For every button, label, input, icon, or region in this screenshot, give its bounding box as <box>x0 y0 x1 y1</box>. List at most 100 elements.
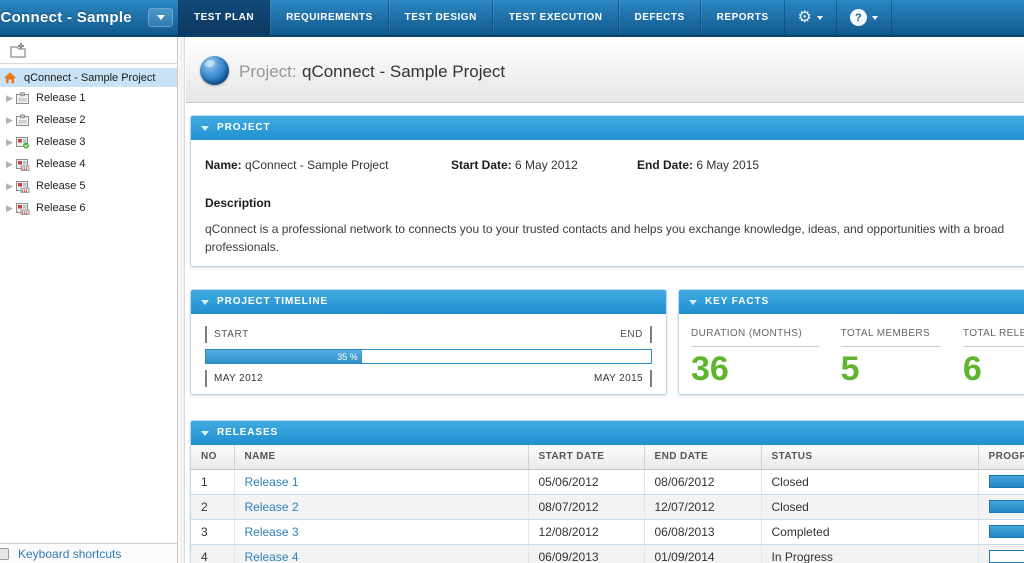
timeline-start-label: START <box>214 329 249 340</box>
tree-item-label: Release 2 <box>36 114 86 126</box>
collapse-icon <box>201 431 209 440</box>
end-date-value: 6 May 2015 <box>696 158 760 172</box>
tree-root-label: qConnect - Sample Project <box>24 71 156 84</box>
help-menu-button[interactable]: ? <box>837 0 892 35</box>
timeline-progress-fill: 35 % <box>206 350 362 363</box>
release-icon-green <box>16 136 29 148</box>
col-status: STATUS <box>761 445 979 470</box>
chevron-down-icon <box>816 15 823 23</box>
description-heading: Description <box>205 196 272 210</box>
cell-no: 1 <box>191 469 235 495</box>
page-title: qConnect - Sample Project <box>302 62 506 81</box>
chevron-down-icon <box>871 15 878 23</box>
cell-start-date: 06/09/2013 <box>528 544 645 563</box>
timeline-start-date: MAY 2012 <box>214 373 263 384</box>
keyboard-icon <box>0 548 9 560</box>
release-icon-gray <box>16 113 29 126</box>
project-timeline-panel: PROJECT TIMELINE START END 35 % MAY 2012… <box>190 289 667 395</box>
tab-reports[interactable]: REPORTS <box>700 0 785 35</box>
tree-item-release-3[interactable]: ▶ Release 3 <box>0 131 177 153</box>
expander-icon[interactable]: ▶ <box>4 181 15 192</box>
release-icon-red <box>16 180 30 193</box>
release-link[interactable]: Release 4 <box>245 550 299 563</box>
name-label: Name: <box>205 158 242 172</box>
key-facts-panel-header[interactable]: KEY FACTS <box>679 290 1024 314</box>
project-panel-title: PROJECT <box>217 122 271 133</box>
sidebar-footer: Keyboard shortcuts <box>0 543 177 563</box>
tree-toolbar <box>0 37 177 64</box>
tree-item-label: Release 5 <box>36 180 86 192</box>
tab-test-plan[interactable]: TEST PLAN <box>178 0 271 35</box>
key-facts-panel-title: KEY FACTS <box>705 296 770 307</box>
sidebar-splitter[interactable] <box>179 37 185 563</box>
col-no: NO <box>191 445 235 470</box>
cell-status: Closed <box>761 494 979 520</box>
expander-icon[interactable]: ▶ <box>4 203 15 214</box>
releases-panel-header[interactable]: RELEASES <box>191 421 1024 445</box>
releases-panel: RELEASES NO NAME START DATE END DATE STA… <box>190 420 1024 563</box>
expander-icon[interactable]: ▶ <box>4 137 15 148</box>
keyboard-shortcuts-link[interactable]: Keyboard shortcuts <box>18 547 121 561</box>
project-switcher-button[interactable] <box>148 8 173 27</box>
nav-tabs: TEST PLAN REQUIREMENTS TEST DESIGN TEST … <box>178 0 892 35</box>
release-link[interactable]: Release 3 <box>245 525 299 539</box>
new-folder-icon[interactable] <box>9 42 29 59</box>
collapse-icon <box>201 126 209 135</box>
project-tree: qConnect - Sample Project ▶ Release 1 ▶ … <box>0 68 177 219</box>
description-text-line2: professionals. <box>205 240 280 254</box>
fact-label: TOTAL RELEASES <box>962 328 1024 347</box>
tree-root-project[interactable]: qConnect - Sample Project <box>0 68 177 87</box>
cell-no: 3 <box>191 519 235 545</box>
tab-test-design[interactable]: TEST DESIGN <box>388 0 493 35</box>
collapse-icon <box>201 300 209 309</box>
fact-value: 5 <box>840 350 860 388</box>
col-end-date: END DATE <box>644 445 762 470</box>
start-date-value: 6 May 2012 <box>515 158 578 172</box>
releases-panel-title: RELEASES <box>217 427 279 438</box>
tree-item-label: Release 6 <box>36 202 86 214</box>
tree-item-release-4[interactable]: ▶ Release 4 <box>0 153 177 175</box>
project-fields: Name: qConnect - Sample Project Start Da… <box>191 140 1024 172</box>
app-title: qConnect - Sample <box>0 9 132 26</box>
release-link[interactable]: Release 1 <box>245 475 299 489</box>
tree-item-release-1[interactable]: ▶ Release 1 <box>0 87 177 109</box>
chevron-down-icon <box>156 15 165 24</box>
globe-icon <box>200 56 229 85</box>
release-progress-bar <box>988 500 1024 513</box>
timeline-panel-header[interactable]: PROJECT TIMELINE <box>191 290 666 314</box>
tree-item-release-5[interactable]: ▶ Release 5 <box>0 175 177 197</box>
key-facts-panel: KEY FACTS DURATION (MONTHS) 36 TOTAL MEM… <box>678 289 1024 395</box>
col-progress: PROGRESS <box>978 445 1024 470</box>
fact-label: TOTAL MEMBERS <box>840 328 941 347</box>
fact-value: 6 <box>962 350 982 388</box>
release-icon-red <box>16 158 30 171</box>
release-row-1: 1 Release 1 05/06/2012 08/06/2012 Closed <box>191 469 1024 495</box>
name-value: qConnect - Sample Project <box>245 158 389 172</box>
description-text-line1: qConnect is a professional network to co… <box>205 222 1005 236</box>
cell-no: 4 <box>191 544 235 563</box>
tree-item-release-2[interactable]: ▶ Release 2 <box>0 109 177 131</box>
gear-icon: ⚙ <box>797 8 812 26</box>
tab-requirements[interactable]: REQUIREMENTS <box>270 0 389 35</box>
cell-status: Closed <box>761 469 979 495</box>
project-panel-header[interactable]: PROJECT <box>191 116 1024 140</box>
end-date-label: End Date: <box>637 158 694 172</box>
timeline-start-end-row: START END <box>205 326 652 343</box>
fact-total-releases: TOTAL RELEASES 6 <box>962 328 1024 388</box>
tab-test-execution[interactable]: TEST EXECUTION <box>492 0 619 35</box>
timeline-progress-label: 35 % <box>337 351 358 362</box>
tree-item-label: Release 4 <box>36 158 86 170</box>
project-end-field: End Date: 6 May 2015 <box>637 158 759 172</box>
tree-item-release-6[interactable]: ▶ Release 6 <box>0 197 177 219</box>
timeline-panel-title: PROJECT TIMELINE <box>217 296 329 307</box>
expander-icon[interactable]: ▶ <box>4 115 15 126</box>
cell-start-date: 05/06/2012 <box>528 469 645 495</box>
expander-icon[interactable]: ▶ <box>4 93 15 104</box>
top-nav: qConnect - Sample TEST PLAN REQUIREMENTS… <box>0 0 1024 37</box>
tab-defects[interactable]: DEFECTS <box>618 0 701 35</box>
release-link[interactable]: Release 2 <box>245 500 299 514</box>
release-row-3: 3 Release 3 12/08/2012 06/08/2013 Comple… <box>191 519 1024 545</box>
release-progress-bar <box>988 550 1024 563</box>
expander-icon[interactable]: ▶ <box>4 159 15 170</box>
settings-menu-button[interactable]: ⚙ <box>785 0 837 35</box>
